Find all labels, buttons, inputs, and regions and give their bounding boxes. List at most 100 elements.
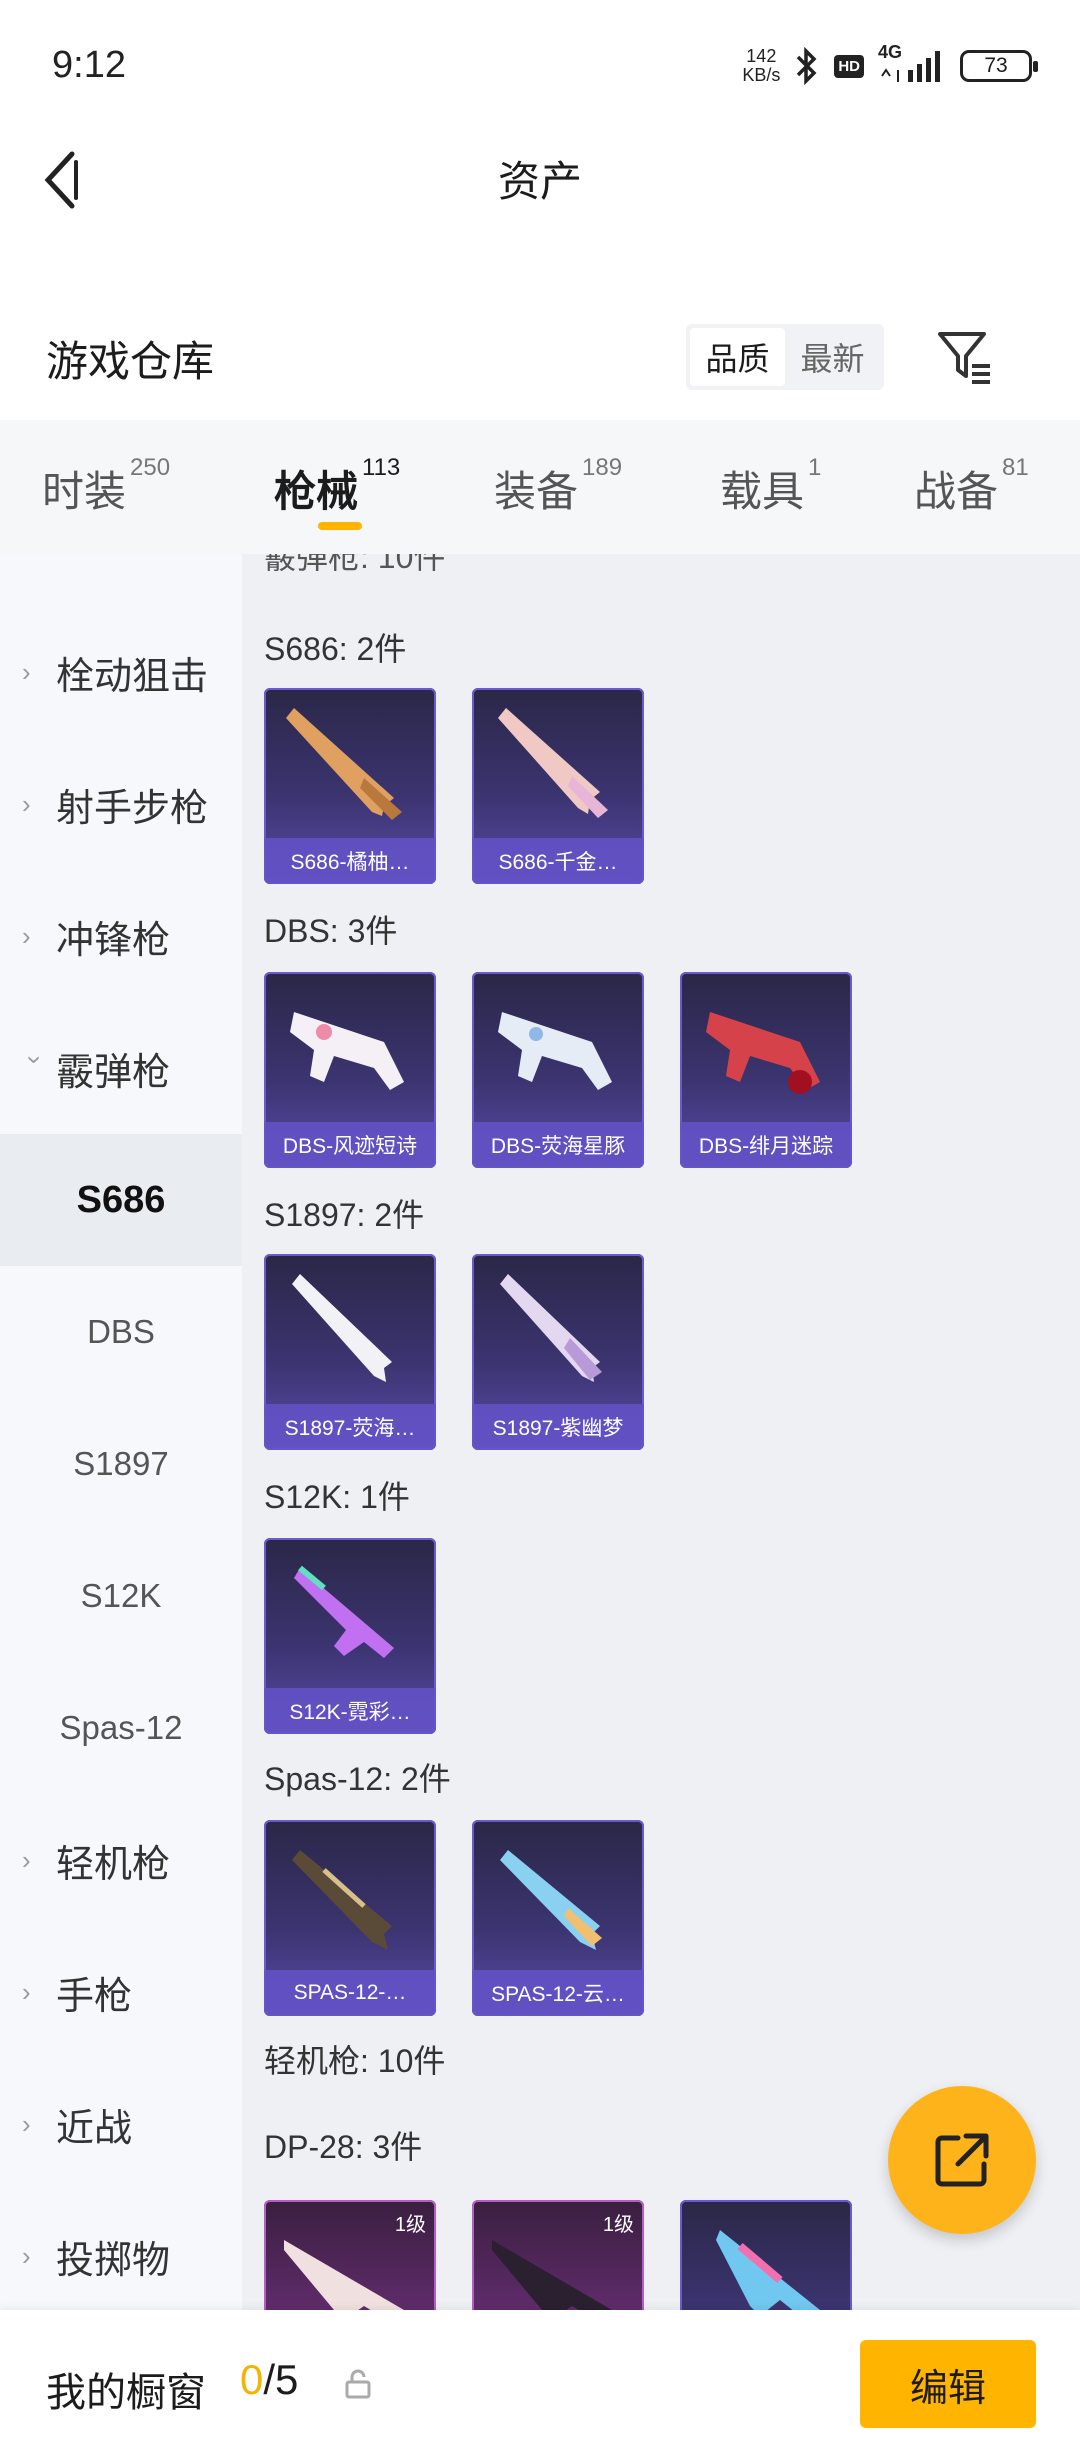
edit-button[interactable]: 编辑 xyxy=(860,2340,1036,2428)
skin-card[interactable]: S686-千金… xyxy=(472,688,644,884)
weapon-image xyxy=(290,1012,404,1090)
weapon-image xyxy=(498,1012,612,1090)
sidebar-item-marksman[interactable]: › 射手步枪 xyxy=(0,738,242,870)
weapon-image xyxy=(500,1274,602,1382)
item-grid: 霰弹枪: 10件 S686: 2件 S686-橘柚… S686-千金… DBS:… xyxy=(242,554,1080,2310)
hd-voice-icon: HD xyxy=(834,54,864,78)
group-header-spas12: Spas-12: 2件 xyxy=(264,1761,451,1797)
sidebar-subitem-s686[interactable]: S686 xyxy=(0,1134,242,1266)
tab-firearms[interactable]: 枪械113 xyxy=(274,454,400,519)
signal-icon: 4G xyxy=(878,42,946,86)
chevron-right-icon: › xyxy=(22,2240,31,2271)
tab-label: 装备 xyxy=(494,468,579,515)
tab-label: 时装 xyxy=(42,468,127,515)
network-speed: 142 KB/s xyxy=(742,47,780,85)
weapon-image xyxy=(500,1850,602,1950)
sort-newest-button[interactable]: 最新 xyxy=(785,328,880,386)
skin-card[interactable]: 1级 xyxy=(472,2200,644,2310)
group-header-dbs: DBS: 3件 xyxy=(264,913,398,949)
active-tab-indicator xyxy=(318,522,362,530)
tab-label: 载具 xyxy=(720,468,805,515)
group-header-dp28: DP-28: 3件 xyxy=(264,2129,423,2165)
skin-name: SPAS-12-… xyxy=(264,1970,436,2016)
skin-name: SPAS-12-云… xyxy=(472,1970,644,2016)
sidebar-item-pistol[interactable]: › 手枪 xyxy=(0,1926,242,2058)
weapon-image xyxy=(294,1565,394,1658)
battery-icon: 73 xyxy=(960,50,1038,82)
skin-card[interactable]: S1897-紫幽梦 xyxy=(472,1254,644,1450)
tab-fashion[interactable]: 时装250 xyxy=(42,454,170,519)
skin-card[interactable] xyxy=(680,2200,852,2310)
skin-card[interactable]: SPAS-12-云… xyxy=(472,1820,644,2016)
lock-icon xyxy=(345,2369,371,2399)
group-header-s1897: S1897: 2件 xyxy=(264,1197,425,1233)
skin-name: S1897-紫幽梦 xyxy=(472,1404,644,1450)
tab-count: 189 xyxy=(582,454,623,481)
tab-count: 113 xyxy=(362,454,401,481)
network-speed-unit: KB/s xyxy=(742,65,781,85)
skin-name: DBS-荧海星豚 xyxy=(472,1122,644,1168)
skin-card[interactable]: DBS-绯月迷踪 xyxy=(680,972,852,1168)
filter-button[interactable] xyxy=(934,326,994,386)
skin-card[interactable]: DBS-荧海星豚 xyxy=(472,972,644,1168)
showcase-count: 0/5 xyxy=(240,2356,298,2404)
skin-card[interactable]: S12K-霓彩… xyxy=(264,1538,436,1734)
sort-quality-button[interactable]: 品质 xyxy=(690,328,785,386)
tab-label: 战备 xyxy=(914,468,999,515)
weapon-image xyxy=(706,1012,820,1094)
skin-name: S686-橘柚… xyxy=(264,838,436,884)
bluetooth-icon xyxy=(794,47,820,85)
chevron-right-icon: › xyxy=(22,1976,31,2007)
tab-vehicles[interactable]: 载具1 xyxy=(720,454,821,519)
sidebar-item-label: 射手步枪 xyxy=(56,787,209,830)
weapon-sidebar: › 栓动狙击 › 射手步枪 › 冲锋枪 › 霰弹枪 S686 DBS S1897 S12… xyxy=(0,554,242,2310)
skin-card[interactable]: 1级 xyxy=(264,2200,436,2310)
tab-equipment[interactable]: 装备189 xyxy=(494,454,622,519)
level-badge: 1级 xyxy=(394,2214,426,2236)
weapon-image xyxy=(716,2230,820,2310)
skin-name: S1897-荧海… xyxy=(264,1404,436,1450)
sidebar-subitem-spas12[interactable]: Spas-12 xyxy=(0,1662,242,1794)
sidebar-item-label: 近战 xyxy=(56,2107,133,2150)
skin-card[interactable]: DBS-风迹短诗 xyxy=(264,972,436,1168)
sidebar-item-throwables[interactable]: › 投掷物 xyxy=(0,2190,242,2310)
chevron-right-icon: › xyxy=(22,788,31,819)
showcase-used: 0 xyxy=(240,2356,264,2403)
chevron-right-icon: › xyxy=(22,920,31,951)
status-time: 9:12 xyxy=(52,44,126,86)
sidebar-item-label: 冲锋枪 xyxy=(56,919,171,962)
external-link-icon xyxy=(935,2133,989,2187)
sidebar-subitem-s1897[interactable]: S1897 xyxy=(0,1398,242,1530)
sidebar-item-smg[interactable]: › 冲锋枪 xyxy=(0,870,242,1002)
weapon-image xyxy=(498,708,608,818)
sidebar-item-melee[interactable]: › 近战 xyxy=(0,2058,242,2190)
chevron-right-icon: › xyxy=(22,1844,31,1875)
tab-count: 250 xyxy=(130,454,171,481)
status-icons: 142 KB/s HD 4G 73 xyxy=(742,42,1038,86)
skin-name: DBS-绯月迷踪 xyxy=(680,1122,852,1168)
sidebar-subitem-dbs[interactable]: DBS xyxy=(0,1266,242,1398)
tab-supplies[interactable]: 战备81 xyxy=(914,454,1029,519)
tab-label: 枪械 xyxy=(274,468,359,515)
sidebar-item-label: 投掷物 xyxy=(56,2239,171,2282)
showcase-total: /5 xyxy=(263,2356,299,2403)
sidebar-subitem-s12k[interactable]: S12K xyxy=(0,1530,242,1662)
warehouse-title: 游戏仓库 xyxy=(46,338,215,385)
share-button[interactable] xyxy=(888,2086,1036,2234)
skin-card[interactable]: S686-橘柚… xyxy=(264,688,436,884)
sidebar-item-label: 栓动狙击 xyxy=(56,655,209,698)
sidebar-item-label: 手枪 xyxy=(56,1975,133,2018)
chevron-right-icon: › xyxy=(22,2108,31,2139)
sidebar-item-label: 霰弹枪 xyxy=(56,1051,171,1094)
skin-card[interactable]: SPAS-12-… xyxy=(264,1820,436,2016)
sidebar-item-shotgun[interactable]: › 霰弹枪 xyxy=(0,1002,242,1134)
skin-card[interactable]: S1897-荧海… xyxy=(264,1254,436,1450)
sidebar-item-label: 轻机枪 xyxy=(56,1843,171,1886)
showcase-bar: 我的橱窗 0/5 编辑 xyxy=(0,2310,1080,2460)
sidebar-item-lmg[interactable]: › 轻机枪 xyxy=(0,1794,242,1926)
level-badge: 1级 xyxy=(602,2214,634,2236)
sidebar-item-bolt-sniper[interactable]: › 栓动狙击 xyxy=(0,606,242,738)
battery-level: 73 xyxy=(984,54,1008,77)
skin-name: S686-千金… xyxy=(472,838,644,884)
weapon-image xyxy=(292,1274,392,1382)
